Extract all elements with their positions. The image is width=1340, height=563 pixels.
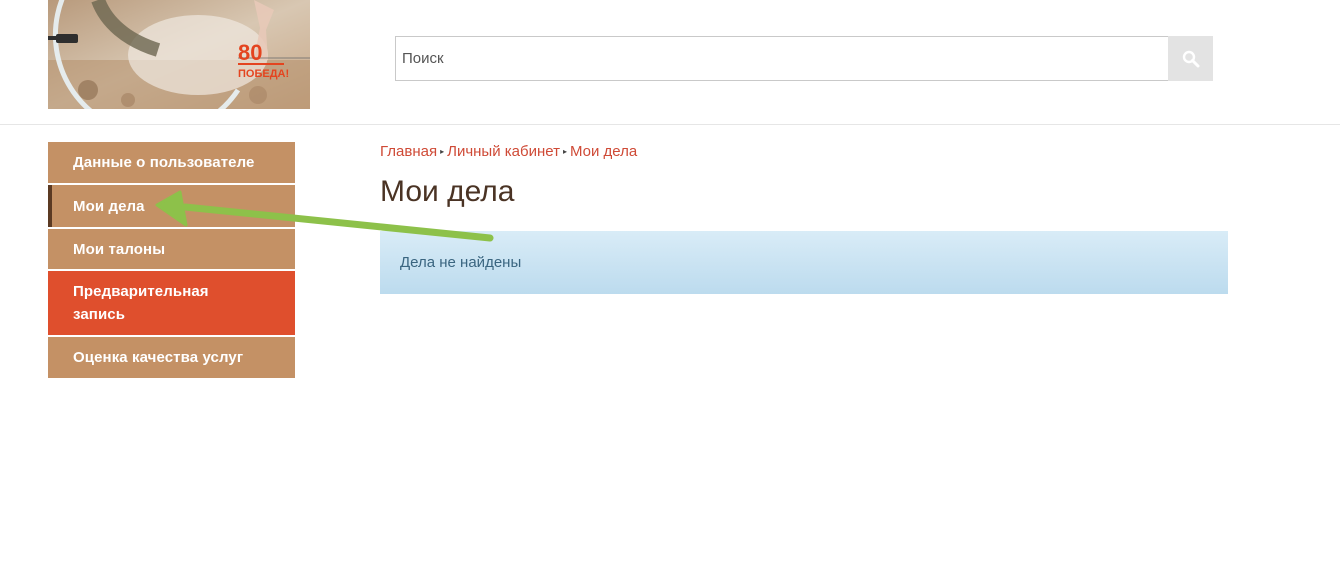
sidebar-item-label: Мои дела: [73, 197, 145, 215]
banner-illustration: 80 ПОБЕДА!: [48, 0, 310, 109]
page-title: Мои дела: [380, 175, 515, 208]
empty-state-alert: Дела не найдены: [380, 231, 1228, 294]
badge-text: ПОБЕДА!: [238, 68, 289, 80]
sidebar-item-pre-registration[interactable]: Предварительная запись: [48, 271, 295, 335]
breadcrumb: Главная ▸ Личный кабинет ▸ Мои дела: [380, 143, 637, 160]
breadcrumb-separator-icon: ▸: [562, 147, 567, 156]
breadcrumb-account-link[interactable]: Личный кабинет: [447, 143, 560, 160]
site-header: 80 ПОБЕДА!: [0, 0, 1340, 125]
account-sidebar: Данные о пользователе Мои дела Мои талон…: [48, 142, 295, 378]
search-icon: [1182, 50, 1199, 67]
sidebar-item-label: Оценка качества услуг: [73, 349, 244, 366]
sidebar-item-label: Предварительная запись: [73, 283, 209, 323]
page: 80 ПОБЕДА! Данные о пользователе Мои дел…: [0, 0, 1340, 563]
breadcrumb-separator-icon: ▸: [440, 147, 445, 156]
sidebar-item-label: Данные о пользователе: [73, 154, 255, 171]
search-input[interactable]: [395, 36, 1168, 81]
empty-state-message: Дела не найдены: [400, 254, 522, 271]
badge-number: 80: [238, 40, 262, 65]
breadcrumb-home-link[interactable]: Главная: [380, 143, 437, 160]
breadcrumb-current-link[interactable]: Мои дела: [570, 143, 637, 160]
search-bar: [395, 36, 1213, 81]
sidebar-item-user-data[interactable]: Данные о пользователе: [48, 142, 295, 183]
sidebar-item-my-tickets[interactable]: Мои талоны: [48, 229, 295, 269]
search-button[interactable]: [1168, 36, 1213, 81]
sidebar-item-label: Мои талоны: [73, 240, 166, 258]
banner-image[interactable]: 80 ПОБЕДА!: [48, 0, 310, 109]
sidebar-item-my-cases[interactable]: Мои дела: [48, 185, 295, 227]
sidebar-item-service-rating[interactable]: Оценка качества услуг: [48, 337, 295, 378]
